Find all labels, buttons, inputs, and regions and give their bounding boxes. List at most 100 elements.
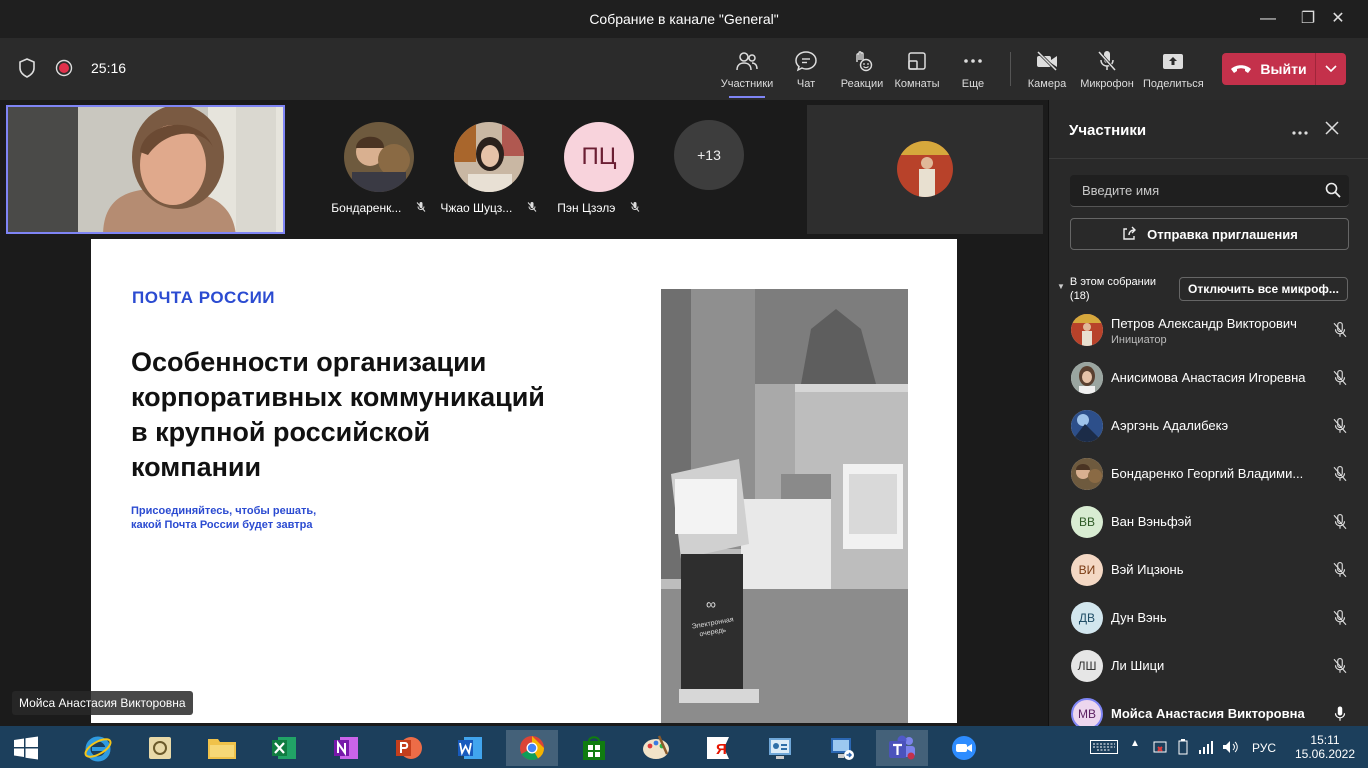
avatar-photo: [454, 122, 524, 192]
participant-name-text: Чжао Шуцз...: [440, 201, 513, 215]
in-meeting-section-toggle[interactable]: ▼ В этом собрании (18): [1057, 275, 1177, 303]
invite-label: Отправка приглашения: [1147, 226, 1298, 242]
mic-off-icon: [1333, 609, 1347, 626]
taskbar-control-panel[interactable]: [754, 730, 806, 766]
participant-row[interactable]: ВИ Вэй Ицзюнь: [1049, 546, 1368, 594]
taskbar-paint-app[interactable]: [134, 730, 186, 766]
folder-icon: [208, 739, 236, 759]
taskbar-teams[interactable]: [876, 730, 928, 766]
reactions-button-label: Реакции: [840, 78, 884, 90]
taskbar-word[interactable]: [444, 730, 496, 766]
start-button[interactable]: [0, 730, 52, 766]
participant-row[interactable]: ВВ Ван Вэньфэй: [1049, 498, 1368, 546]
share-button[interactable]: Поделиться: [1143, 50, 1204, 90]
more-button[interactable]: Еще: [943, 50, 1003, 90]
participant-avatar[interactable]: [454, 122, 524, 192]
participant-row[interactable]: Аэргэнь Адалибекэ: [1049, 402, 1368, 450]
camera-button[interactable]: Камера: [1017, 50, 1077, 90]
taskbar-clock[interactable]: 15:11 15.06.2022: [1294, 733, 1356, 761]
keyboard-icon[interactable]: [1090, 740, 1118, 754]
invite-button[interactable]: Отправка приглашения: [1070, 218, 1349, 250]
rooms-button-label: Комнаты: [894, 78, 940, 90]
participant-name: Мойса Анастасия Викторовна: [1111, 706, 1305, 721]
rooms-button[interactable]: Комнаты: [887, 50, 947, 90]
participant-role: Инициатор: [1111, 334, 1167, 346]
signal-icon[interactable]: [1198, 739, 1214, 755]
slide-logo: ПОЧТА РОССИИ: [132, 288, 276, 307]
participants-button[interactable]: Участники: [717, 50, 777, 98]
caret-down-icon: ▼: [1057, 282, 1065, 291]
svg-text:∞: ∞: [706, 596, 716, 612]
taskbar-internet-explorer[interactable]: [72, 730, 124, 766]
self-video[interactable]: [6, 105, 285, 234]
avatar-photo: [1071, 410, 1103, 442]
reactions-button[interactable]: Реакции: [832, 50, 892, 90]
windows-taskbar: Я ▲ РУС 15:11 15.06.2022: [0, 726, 1368, 768]
slide-subtitle: Присоединяйтесь, чтобы решать, какой Поч…: [131, 504, 391, 532]
leave-button-group: Выйти: [1222, 53, 1346, 85]
panel-more-button[interactable]: [1289, 120, 1311, 142]
taskbar-onenote[interactable]: [320, 730, 372, 766]
taskbar-file-explorer[interactable]: [196, 730, 248, 766]
taskbar-paint[interactable]: [630, 730, 682, 766]
meeting-stage: Бондаренк... Чжао Шуцз... ПЦ Пэн Цзэлэ +…: [0, 100, 1048, 726]
search-icon[interactable]: [1325, 182, 1341, 198]
participant-avatar: [1071, 362, 1103, 394]
volume-icon[interactable]: [1222, 739, 1240, 755]
participant-row[interactable]: Анисимова Анастасия Игоревна: [1049, 354, 1368, 402]
shared-slide: ПОЧТА РОССИИ Особенности организации кор…: [91, 239, 957, 723]
section-label: В этом собрании: [1069, 276, 1156, 288]
more-participants-count: +13: [697, 147, 721, 163]
store-icon: [583, 736, 605, 760]
taskbar-excel[interactable]: [258, 730, 310, 766]
taskbar-zoom[interactable]: [938, 730, 990, 766]
close-window-button[interactable]: ✕: [1327, 8, 1349, 30]
more-participants-button[interactable]: +13: [674, 120, 744, 190]
mute-all-button[interactable]: Отключить все микроф...: [1179, 277, 1348, 301]
search-input[interactable]: [1082, 175, 1312, 205]
language-indicator[interactable]: РУС: [1252, 741, 1276, 755]
chevron-up-icon[interactable]: ▲: [1130, 738, 1140, 749]
leave-options-button[interactable]: [1315, 53, 1346, 85]
participant-row[interactable]: Петров Александр Викторович Инициатор: [1049, 306, 1368, 354]
participants-panel: Участники Отправка приглашения ▼ В этом …: [1048, 100, 1368, 730]
close-panel-button[interactable]: [1321, 120, 1343, 142]
participant-avatar[interactable]: [344, 122, 414, 192]
participant-name: Анисимова Анастасия Игоревна: [1111, 370, 1306, 385]
participant-row[interactable]: Бондаренко Георгий Владими...: [1049, 450, 1368, 498]
more-button-label: Еще: [961, 78, 985, 90]
battery-icon[interactable]: [1176, 739, 1190, 755]
participant-tile[interactable]: [807, 105, 1043, 234]
camera-off-icon: [1036, 50, 1058, 72]
minimize-button[interactable]: —: [1257, 8, 1279, 30]
section-count: (18): [1069, 290, 1090, 302]
taskbar-yandex[interactable]: Я: [692, 730, 744, 766]
participant-name: Петров Александр Викторович: [1111, 316, 1297, 331]
taskbar-powerpoint[interactable]: [382, 730, 434, 766]
mic-off-icon: [630, 202, 640, 212]
mic-off-icon: [416, 202, 426, 212]
word-icon: [458, 737, 482, 759]
maximize-button[interactable]: ❐: [1297, 8, 1319, 30]
mic-off-icon: [1333, 369, 1347, 386]
avatar-photo: [1071, 458, 1103, 490]
security-alert-icon[interactable]: [1152, 739, 1168, 755]
participant-row[interactable]: ЛШ Ли Шици: [1049, 642, 1368, 690]
taskbar-chrome[interactable]: [506, 730, 558, 766]
heading-line: компании: [131, 452, 262, 482]
participant-avatar: ЛШ: [1071, 650, 1103, 682]
chat-button-label: Чат: [796, 78, 816, 90]
taskbar-remote-desktop[interactable]: [816, 730, 868, 766]
leave-button[interactable]: Выйти: [1222, 53, 1315, 85]
clock-time: 15:11: [1310, 733, 1340, 747]
participant-avatar[interactable]: ПЦ: [564, 122, 634, 192]
participant-row[interactable]: ДВ Дун Вэнь: [1049, 594, 1368, 642]
video-feed-image: [8, 107, 283, 232]
share-button-label: Поделиться: [1143, 78, 1204, 90]
avatar-photo: [897, 141, 953, 197]
microphone-button[interactable]: Микрофон: [1077, 50, 1137, 90]
zoom-icon: [952, 736, 976, 760]
taskbar-store[interactable]: [568, 730, 620, 766]
mic-off-icon: [1333, 417, 1347, 434]
chat-button[interactable]: Чат: [776, 50, 836, 90]
